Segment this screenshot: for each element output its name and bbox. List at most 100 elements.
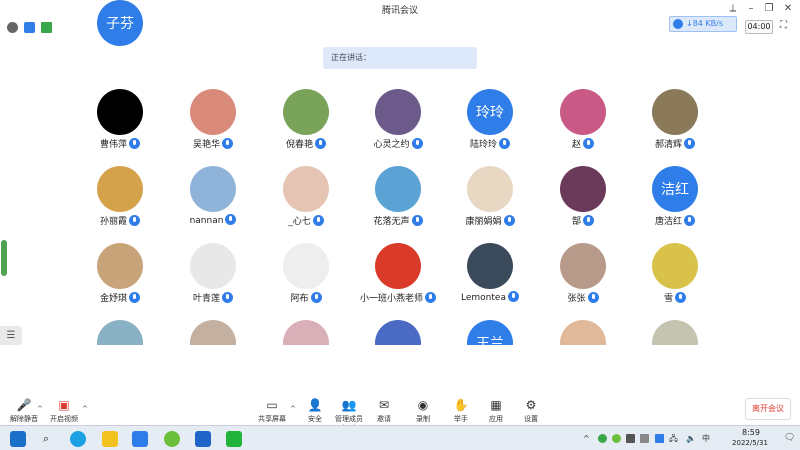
- leave-meeting-button[interactable]: 离开会议: [745, 398, 791, 420]
- settings-label: 设置: [524, 415, 538, 423]
- mic-status-icon: [675, 292, 686, 303]
- signal-icon[interactable]: [41, 22, 52, 33]
- gear-icon: ⚙: [525, 398, 537, 412]
- participant-tile[interactable]: 子芬: [75, 0, 165, 72]
- security-button[interactable]: 👤 安全: [297, 398, 333, 424]
- participant-tile[interactable]: 洁红 唐洁红: [630, 166, 720, 238]
- raise-hand-label: 举手: [454, 415, 468, 423]
- participant-tile[interactable]: 小一班小燕老师: [353, 243, 443, 315]
- mute-options-caret[interactable]: ^: [37, 405, 43, 413]
- browser-icon[interactable]: [164, 431, 180, 447]
- participant-name: 郝清辉: [630, 137, 720, 150]
- participant-name-text: _心七: [288, 217, 311, 227]
- participant-name-text: 陆玲玲: [469, 140, 497, 150]
- maximize-button[interactable]: ❐: [762, 2, 776, 16]
- participant-tile[interactable]: 心灵之约: [353, 89, 443, 161]
- participant-tile[interactable]: 郝清辉: [630, 89, 720, 161]
- video-button[interactable]: ▣ 开启视频: [46, 398, 82, 424]
- raise-hand-button[interactable]: ✋ 举手: [443, 398, 479, 424]
- participant-name: 叶青莲: [168, 291, 258, 304]
- participant-tile[interactable]: Lemontea: [445, 243, 535, 315]
- participant-tile[interactable]: 赵: [538, 89, 628, 161]
- edge-browser-icon[interactable]: [70, 431, 86, 447]
- speaking-notice: 正在讲话：: [323, 47, 477, 69]
- participant-tile[interactable]: 郜: [538, 166, 628, 238]
- meeting-timer: 04:00: [745, 20, 773, 34]
- participant-name: 金妤琪: [75, 291, 165, 304]
- apps-label: 应用: [489, 415, 503, 423]
- participant-tile[interactable]: nannan: [168, 166, 258, 238]
- participant-tile[interactable]: 孙丽霞: [75, 166, 165, 238]
- record-button[interactable]: ◉ 录制: [405, 398, 441, 424]
- network-icon[interactable]: 🖧: [669, 434, 678, 443]
- wechat-icon[interactable]: [226, 431, 242, 447]
- notification-icon[interactable]: 🗨: [784, 434, 795, 443]
- avatar: [190, 166, 236, 212]
- tray-app3-icon[interactable]: [626, 434, 635, 443]
- tencent-meeting-taskbar-icon[interactable]: [132, 431, 148, 447]
- participant-tile[interactable]: 康丽娟娟: [445, 166, 535, 238]
- close-button[interactable]: ✕: [781, 2, 795, 16]
- participant-tile[interactable]: 倪春艳: [261, 89, 351, 161]
- avatar: [97, 243, 143, 289]
- participant-name: 陆玲玲: [445, 137, 535, 150]
- participant-name-text: 郝清辉: [654, 140, 682, 150]
- participant-tile[interactable]: 玲玲 陆玲玲: [445, 89, 535, 161]
- meeting-app-icon[interactable]: [195, 431, 211, 447]
- cloud-icon: [673, 19, 683, 29]
- tray-app2-icon[interactable]: [612, 434, 621, 443]
- video-options-caret[interactable]: ^: [82, 405, 88, 413]
- network-badge[interactable]: ↓84 KB/s: [669, 16, 737, 32]
- participant-name-text: 花落无声: [373, 217, 410, 227]
- participant-name-text: 孙丽霞: [99, 217, 127, 227]
- participant-tile[interactable]: _心七: [261, 166, 351, 238]
- participant-name: 郜: [538, 214, 628, 227]
- avatar: [652, 89, 698, 135]
- minimize-button[interactable]: –: [744, 2, 758, 16]
- tray-app-icon[interactable]: [598, 434, 607, 443]
- meeting-toolbar: 🎤 解除静音 ^ ▣ 开启视频 ^ ▭ 共享屏幕 ^ 👤 安全 👥 管理成员(2…: [0, 345, 800, 432]
- participant-name: 倪春艳: [261, 137, 351, 150]
- avatar: [190, 243, 236, 289]
- windows-start-icon[interactable]: [10, 431, 26, 447]
- fullscreen-icon[interactable]: ⛶: [780, 20, 792, 32]
- file-explorer-icon[interactable]: [102, 431, 118, 447]
- participant-tile[interactable]: 叶青莲: [168, 243, 258, 315]
- mic-status-icon: [583, 138, 594, 149]
- mic-status-icon: [425, 292, 436, 303]
- side-panel-handle[interactable]: [1, 240, 7, 276]
- participant-tile[interactable]: 张张: [538, 243, 628, 315]
- clock-time[interactable]: 8:59: [728, 428, 774, 437]
- tray-app4-icon[interactable]: [640, 434, 649, 443]
- mic-status-icon: [315, 138, 326, 149]
- info-icon[interactable]: [7, 22, 18, 33]
- participant-tile[interactable]: 雪: [630, 243, 720, 315]
- avatar: [375, 89, 421, 135]
- participant-name: 孙丽霞: [75, 214, 165, 227]
- participant-tile[interactable]: 金妤琪: [75, 243, 165, 315]
- participant-tile[interactable]: 曹伟萍: [75, 89, 165, 161]
- settings-button[interactable]: ⚙ 设置: [513, 398, 549, 424]
- tray-expand-icon[interactable]: ^: [583, 434, 592, 443]
- list-view-button[interactable]: ☰: [0, 326, 22, 346]
- tray-app5-icon[interactable]: [655, 434, 664, 443]
- share-label: 共享屏幕: [258, 415, 286, 423]
- participant-tile[interactable]: 阿布: [261, 243, 351, 315]
- shield-icon[interactable]: [24, 22, 35, 33]
- participant-tile[interactable]: 吴艳华: [168, 89, 258, 161]
- volume-icon[interactable]: 🔈: [686, 434, 696, 443]
- participant-name: 康丽娟娟: [445, 214, 535, 227]
- share-options-caret[interactable]: ^: [290, 405, 296, 413]
- ime-icon[interactable]: 中: [702, 434, 711, 443]
- pin-button[interactable]: ⟂: [726, 2, 740, 16]
- apps-button[interactable]: ▦ 应用: [478, 398, 514, 424]
- mic-status-icon: [222, 138, 233, 149]
- avatar: [467, 243, 513, 289]
- search-icon[interactable]: ⌕: [38, 431, 54, 447]
- invite-button[interactable]: ✉ 邀请: [366, 398, 402, 424]
- clock-date[interactable]: 2022/5/31: [722, 439, 778, 447]
- share-button[interactable]: ▭ 共享屏幕: [254, 398, 290, 424]
- avatar: [375, 243, 421, 289]
- mic-status-icon: [411, 215, 423, 226]
- participant-tile[interactable]: 花落无声: [353, 166, 443, 238]
